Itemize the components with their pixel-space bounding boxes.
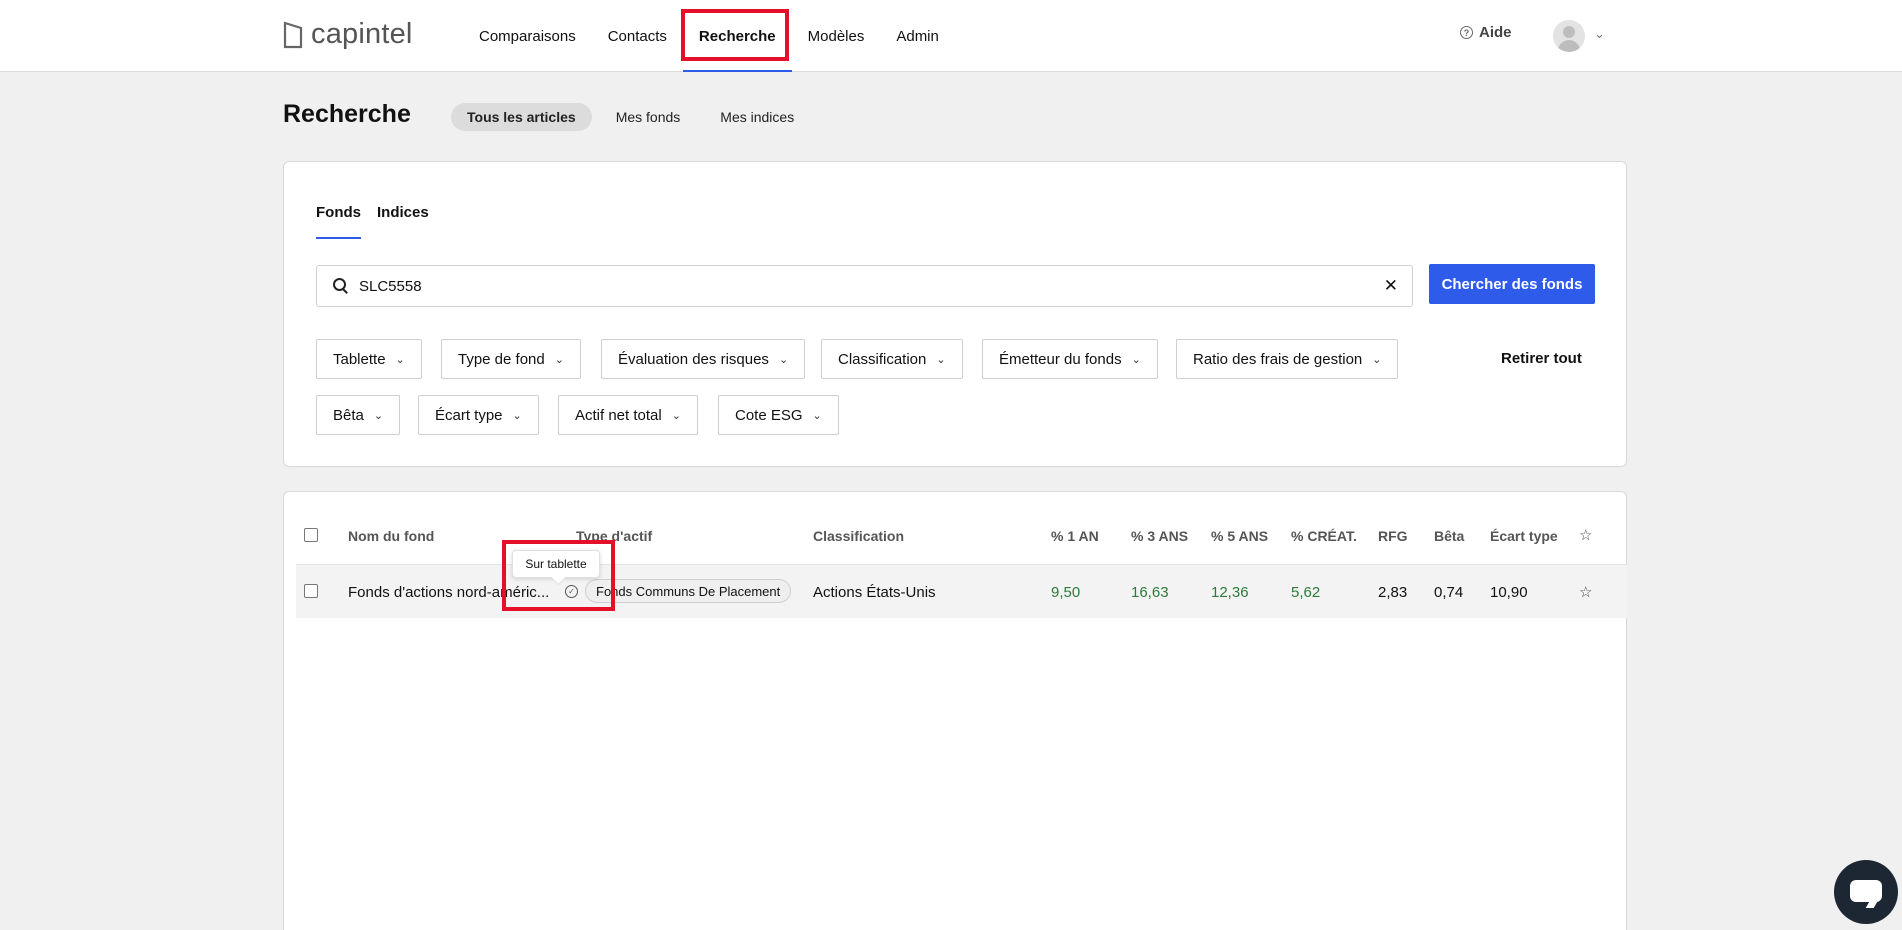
help-label: Aide <box>1479 24 1512 41</box>
filter-fund-issuer[interactable]: Émetteur du fonds ⌄ <box>982 339 1158 379</box>
nav-item-admin[interactable]: Admin <box>880 0 955 72</box>
nav-item-comparaisons[interactable]: Comparaisons <box>463 0 592 72</box>
avatar[interactable] <box>1553 20 1585 52</box>
column-header-5-years[interactable]: % 5 ANS <box>1211 528 1268 544</box>
filter-beta[interactable]: Bêta ⌄ <box>316 395 401 435</box>
chevron-down-icon: ⌄ <box>554 353 564 366</box>
classification-cell: Actions États-Unis <box>813 584 936 601</box>
return-since-inception-cell: 5,62 <box>1291 584 1321 601</box>
column-header-since-inception[interactable]: % CRÉAT. <box>1291 528 1357 544</box>
select-all-checkbox[interactable] <box>304 528 318 542</box>
check-circle-icon[interactable]: ✓ <box>565 585 578 598</box>
filter-label: Type de fond <box>458 350 545 368</box>
subtab-all-articles[interactable]: Tous les articles <box>451 103 592 131</box>
chevron-down-icon: ⌄ <box>395 353 405 366</box>
filter-label: Tablette <box>333 350 386 368</box>
search-funds-button[interactable]: Chercher des fonds <box>1429 264 1595 304</box>
avatar-head-shape <box>1563 26 1575 38</box>
subtab-my-indices[interactable]: Mes indices <box>704 103 810 131</box>
filter-std-dev[interactable]: Écart type ⌄ <box>418 395 539 435</box>
mer-cell: 2,83 <box>1378 584 1408 601</box>
return-5y-cell: 12,36 <box>1211 584 1249 601</box>
chevron-down-icon: ⌄ <box>373 409 384 422</box>
question-circle-icon: ? <box>1460 26 1473 39</box>
filter-label: Émetteur du fonds <box>999 350 1122 368</box>
chevron-down-icon: ⌄ <box>936 353 946 366</box>
filter-total-net-assets[interactable]: Actif net total ⌄ <box>558 395 698 435</box>
search-panel: Fonds Indices ✕ Chercher des fonds Table… <box>283 161 1627 467</box>
main-nav: Comparaisons Contacts Recherche Modèles … <box>463 0 955 72</box>
chevron-down-icon: ⌄ <box>512 409 522 422</box>
nav-item-modeles[interactable]: Modèles <box>792 0 881 72</box>
filter-label: Cote ESG <box>735 406 803 424</box>
clear-search-icon[interactable]: ✕ <box>1384 276 1398 296</box>
filter-label: Écart type <box>435 406 503 424</box>
filter-mer[interactable]: Ratio des frais de gestion ⌄ <box>1176 339 1399 379</box>
column-header-mer[interactable]: RFG <box>1378 528 1408 544</box>
search-input[interactable] <box>359 277 1339 295</box>
filter-risk-rating[interactable]: Évaluation des risques ⌄ <box>601 339 806 379</box>
chat-launcher-button[interactable] <box>1834 860 1898 924</box>
page-title: Recherche <box>283 100 411 128</box>
chevron-down-icon: ⌄ <box>778 353 789 366</box>
chevron-down-icon: ⌄ <box>1131 353 1141 366</box>
return-3y-cell: 16,63 <box>1131 584 1169 601</box>
asset-type-badge: Fonds Communs De Placement <box>585 579 792 603</box>
nav-item-contacts[interactable]: Contacts <box>592 0 683 72</box>
tab-indices[interactable]: Indices <box>377 204 429 239</box>
filter-label: Ratio des frais de gestion <box>1193 350 1363 368</box>
column-header-1-year[interactable]: % 1 AN <box>1051 528 1099 544</box>
table-row[interactable]: Fonds d'actions nord-améric... ✓ Fonds C… <box>296 564 1627 618</box>
tab-funds[interactable]: Fonds <box>316 204 361 239</box>
star-icon[interactable]: ☆ <box>1579 583 1592 601</box>
brand-name: capintel <box>311 18 413 50</box>
nav-item-recherche[interactable]: Recherche <box>682 0 792 72</box>
logo-mark-icon <box>283 21 303 48</box>
star-icon[interactable]: ☆ <box>1579 526 1592 544</box>
filter-label: Bêta <box>333 406 364 424</box>
avatar-body-shape <box>1558 40 1580 52</box>
capintel-logo[interactable]: capintel <box>283 18 413 51</box>
search-type-tabs: Fonds Indices <box>316 204 429 239</box>
column-header-std-dev[interactable]: Écart type <box>1490 528 1558 544</box>
filter-esg-rating[interactable]: Cote ESG ⌄ <box>718 395 839 435</box>
filter-classification[interactable]: Classification ⌄ <box>821 339 963 379</box>
results-table: Nom du fond Type d'actif Classification … <box>283 491 1627 930</box>
beta-cell: 0,74 <box>1434 584 1464 601</box>
column-header-asset-type[interactable]: Type d'actif <box>576 528 652 544</box>
row-checkbox[interactable] <box>304 584 318 598</box>
top-navigation-bar: capintel Comparaisons Contacts Recherche… <box>0 0 1902 72</box>
chat-icon <box>1850 880 1882 902</box>
filter-tablette[interactable]: Tablette ⌄ <box>316 339 422 379</box>
filter-label: Classification <box>838 350 927 368</box>
column-header-3-years[interactable]: % 3 ANS <box>1131 528 1188 544</box>
tooltip: Sur tablette <box>512 550 600 578</box>
filter-fund-type[interactable]: Type de fond ⌄ <box>441 339 581 379</box>
column-header-classification[interactable]: Classification <box>813 528 904 544</box>
filter-label: Évaluation des risques <box>618 350 769 368</box>
fund-name-cell[interactable]: Fonds d'actions nord-améric... <box>348 584 549 601</box>
return-1y-cell: 9,50 <box>1051 584 1081 601</box>
clear-all-filters-button[interactable]: Retirer tout <box>1501 350 1582 367</box>
search-field: ✕ <box>316 265 1413 307</box>
column-header-beta[interactable]: Bêta <box>1434 528 1464 544</box>
chevron-down-icon[interactable]: ⌄ <box>1594 26 1605 42</box>
subtab-my-funds[interactable]: Mes fonds <box>600 103 697 131</box>
std-dev-cell: 10,90 <box>1490 584 1528 601</box>
chevron-down-icon: ⌄ <box>812 409 822 422</box>
chevron-down-icon: ⌄ <box>671 409 681 422</box>
column-header-fund-name[interactable]: Nom du fond <box>348 528 434 544</box>
search-icon <box>333 278 349 294</box>
page-subtabs: Tous les articles Mes fonds Mes indices <box>451 103 810 131</box>
help-link[interactable]: ? Aide <box>1460 24 1512 41</box>
chevron-down-icon: ⌄ <box>1372 353 1382 366</box>
filter-label: Actif net total <box>575 406 662 424</box>
